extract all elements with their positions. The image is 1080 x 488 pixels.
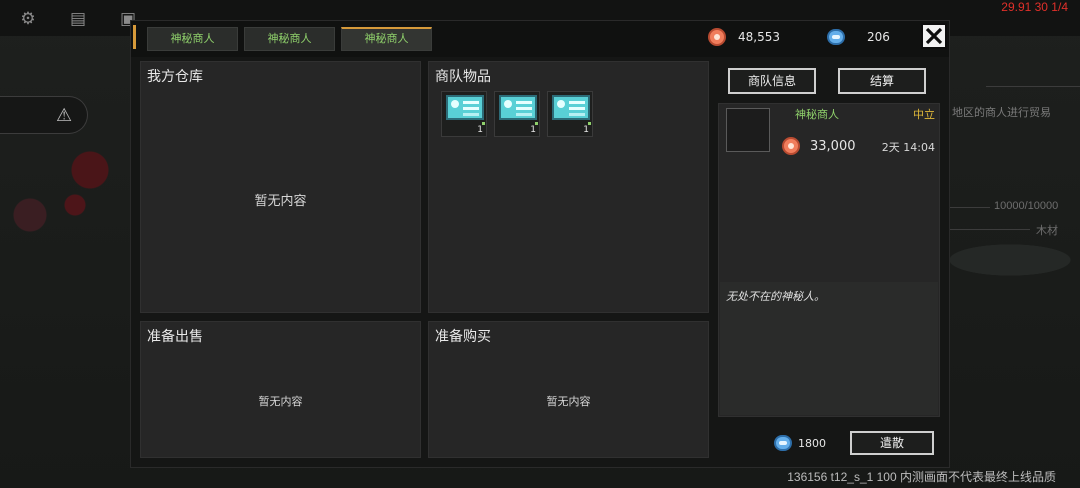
panel-title: 我方仓库: [147, 69, 203, 85]
item-count: 1: [530, 125, 536, 135]
divider: [950, 229, 1030, 230]
merchant-info-box: 神秘商人 中立 33,000 2天 14:04 无处不在的神秘人。: [718, 103, 940, 417]
gem-currency: 206: [827, 26, 890, 48]
close-icon: [925, 27, 943, 45]
warning-button[interactable]: ⚠: [0, 96, 88, 134]
gem-icon: [827, 29, 845, 45]
dismiss-cost: 1800: [774, 435, 826, 451]
warning-icon: ⚠: [56, 105, 73, 126]
tab-merchant-3[interactable]: 神秘商人: [341, 27, 432, 51]
empty-placeholder: 暂无内容: [546, 395, 591, 408]
merchant-description-area: 无处不在的神秘人。: [720, 282, 938, 415]
close-button[interactable]: [921, 23, 947, 49]
item-slot[interactable]: 1: [441, 91, 487, 137]
dismiss-cost-value: 1800: [798, 436, 826, 450]
tab-marker: [133, 25, 136, 49]
merchant-funds: 33,000: [782, 137, 856, 155]
merchant-attitude: 中立: [913, 108, 935, 121]
background-capacity-text: 10000/10000: [994, 200, 1059, 212]
time-remaining: 2天 14:04: [881, 141, 935, 154]
my-warehouse-panel: 我方仓库 暂无内容: [140, 61, 421, 313]
coin-value: 48,553: [738, 30, 780, 44]
gem-icon: [774, 435, 792, 451]
chat-icon[interactable]: ▤: [68, 9, 88, 29]
background-resource-text: 木材: [1036, 225, 1058, 237]
gear-icon[interactable]: ⚙: [18, 9, 38, 29]
prepare-sell-panel: 准备出售 暂无内容: [140, 321, 421, 458]
merchant-tab-bar: 神秘商人 神秘商人 神秘商人 48,553 206: [131, 21, 949, 57]
caravan-info-button[interactable]: 商队信息: [728, 68, 816, 94]
panel-title: 商队物品: [435, 69, 491, 85]
panel-title: 准备购买: [435, 329, 491, 345]
blueprint-card-icon: [552, 95, 590, 120]
trade-dialog: 神秘商人 神秘商人 神秘商人 48,553 206 我方仓库 暂无内容 商队物品…: [130, 20, 950, 468]
item-count: 1: [477, 125, 483, 135]
merchant-funds-value: 33,000: [810, 138, 856, 154]
empty-placeholder: 暂无内容: [254, 194, 307, 209]
panel-title: 准备出售: [147, 329, 203, 345]
merchant-portrait: [726, 108, 770, 152]
merchant-description: 无处不在的神秘人。: [726, 290, 825, 303]
divider: [986, 86, 1080, 87]
caravan-items-panel: 商队物品 1 1 1: [428, 61, 709, 313]
blueprint-card-icon: [446, 95, 484, 120]
settle-button[interactable]: 结算: [838, 68, 926, 94]
coin-currency: 48,553: [708, 26, 780, 48]
blueprint-card-icon: [499, 95, 537, 120]
tab-merchant-2[interactable]: 神秘商人: [244, 27, 335, 51]
tab-merchant-1[interactable]: 神秘商人: [147, 27, 238, 51]
merchant-name: 神秘商人: [795, 108, 839, 121]
empty-placeholder: 暂无内容: [258, 395, 303, 408]
coin-icon: [782, 137, 800, 155]
item-slot[interactable]: 1: [547, 91, 593, 137]
prepare-buy-panel: 准备购买 暂无内容: [428, 321, 709, 458]
merchant-side-panel: 商队信息 结算 神秘商人 中立 33,000 2天 14:04 无处不在的神秘人…: [718, 62, 940, 466]
item-slot[interactable]: 1: [494, 91, 540, 137]
divider: [950, 207, 990, 208]
gem-value: 206: [867, 30, 890, 44]
dismiss-button[interactable]: 遣散: [850, 431, 934, 455]
background-side-text: 地区的商人进行贸易: [952, 107, 1051, 119]
coin-icon: [708, 28, 726, 46]
item-count: 1: [583, 125, 589, 135]
debug-fps-text: 29.91 30 1/4: [1001, 0, 1068, 14]
build-info-text: 136156 t12_s_1 100 内测画面不代表最终上线品质: [787, 470, 1056, 484]
